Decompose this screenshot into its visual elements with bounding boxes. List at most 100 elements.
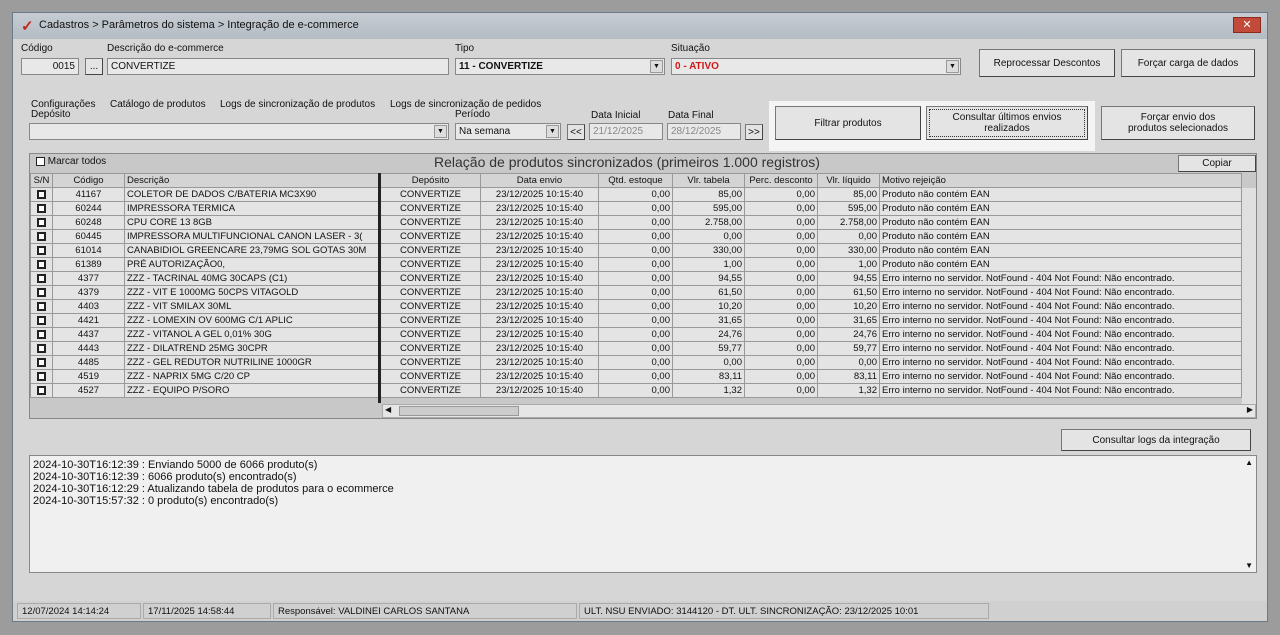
row-checkbox[interactable] xyxy=(30,229,53,244)
table-row[interactable]: 4485 ZZZ - GEL REDUTOR NUTRILINE 1000GR CO… xyxy=(30,355,1242,370)
data-final-field[interactable]: 28/12/2025 xyxy=(667,123,741,140)
table-cell: 61014 xyxy=(52,243,125,258)
tab-logs-produtos[interactable]: Logs de sincronização de produtos xyxy=(220,99,375,110)
table-row[interactable]: 4403 ZZZ - VIT SMILAX 30ML CONVERTIZE 23/12… xyxy=(30,299,1242,314)
row-checkbox[interactable] xyxy=(30,257,53,272)
table-cell: 23/12/2025 10:15:40 xyxy=(480,299,599,314)
table-cell: ZZZ - VIT E 1000MG 50CPS VITAGOLD xyxy=(124,285,381,300)
close-button[interactable]: ✕ xyxy=(1233,17,1261,33)
column-header[interactable]: Qtd. estoque xyxy=(598,173,673,188)
log-textarea[interactable]: 2024-10-30T16:12:39 : Enviando 5000 de 6… xyxy=(29,455,1257,573)
tipo-select[interactable]: 11 - CONVERTIZE ▼ xyxy=(455,58,665,75)
periodo-select[interactable]: Na semana ▼ xyxy=(455,123,561,140)
products-grid: Marcar todos Relação de produtos sincron… xyxy=(29,153,1257,419)
table-cell: CONVERTIZE xyxy=(380,341,481,356)
table-cell: 4421 xyxy=(52,313,125,328)
consultar-logs-button[interactable]: Consultar logs da integração xyxy=(1061,429,1251,451)
column-header[interactable]: Vlr. líquido xyxy=(817,173,880,188)
forcar-envio-button[interactable]: Forçar envio dos produtos selecionados xyxy=(1101,106,1255,140)
table-cell: Erro interno no servidor. NotFound - 404… xyxy=(879,299,1242,314)
table-row[interactable]: 61014 CANABIDIOL GREENCARE 23,79MG SOL GO… xyxy=(30,243,1242,258)
checkbox-icon xyxy=(37,287,46,297)
table-row[interactable]: 4527 ZZZ - EQUIPO P/SORO CONVERTIZE 23/12/2… xyxy=(30,383,1242,398)
table-row[interactable]: 4379 ZZZ - VIT E 1000MG 50CPS VITAGOLD CON… xyxy=(30,285,1242,300)
scroll-left-icon[interactable]: ◀ xyxy=(385,405,391,414)
table-cell: Produto não contém EAN xyxy=(879,229,1242,244)
codigo-lookup-button[interactable]: ... xyxy=(85,58,103,75)
row-checkbox[interactable] xyxy=(30,271,53,286)
table-cell: 0,00 xyxy=(598,383,673,398)
table-row[interactable]: 4519 ZZZ - NAPRIX 5MG C/20 CP CONVERTIZE 23… xyxy=(30,369,1242,384)
table-row[interactable]: 4377 ZZZ - TACRINAL 40MG 30CAPS (C1) CONVE… xyxy=(30,271,1242,286)
scroll-thumb[interactable] xyxy=(399,406,519,416)
table-row[interactable]: 41167 COLETOR DE DADOS C/BATERIA MC3X90 CO… xyxy=(30,187,1242,202)
situacao-select[interactable]: 0 - ATIVO ▼ xyxy=(671,58,961,75)
table-cell: 0,00 xyxy=(598,215,673,230)
table-cell: Erro interno no servidor. NotFound - 404… xyxy=(879,369,1242,384)
column-header[interactable]: Descrição xyxy=(124,173,381,188)
next-period-button[interactable]: >> xyxy=(745,124,763,140)
table-cell: CONVERTIZE xyxy=(380,285,481,300)
column-header[interactable]: Vlr. tabela xyxy=(672,173,745,188)
table-row[interactable]: 4443 ZZZ - DILATREND 25MG 30CPR CONVERTIZE… xyxy=(30,341,1242,356)
row-checkbox[interactable] xyxy=(30,369,53,384)
filtrar-produtos-button[interactable]: Filtrar produtos xyxy=(775,106,921,140)
table-cell: 0,00 xyxy=(598,187,673,202)
table-cell: 60445 xyxy=(52,229,125,244)
row-checkbox[interactable] xyxy=(30,243,53,258)
column-header[interactable]: Motivo rejeição xyxy=(879,173,1242,188)
table-cell: 1,32 xyxy=(817,383,880,398)
marcar-todos-checkbox[interactable]: Marcar todos xyxy=(36,156,106,167)
column-header[interactable]: Perc. desconto xyxy=(744,173,818,188)
table-cell: 0,00 xyxy=(744,341,818,356)
column-header[interactable]: Código xyxy=(52,173,125,188)
table-cell: 4485 xyxy=(52,355,125,370)
chevron-down-icon: ▼ xyxy=(946,60,959,73)
table-row[interactable]: 4437 ZZZ - VITANOL A GEL 0,01% 30G CONVERT… xyxy=(30,327,1242,342)
row-checkbox[interactable] xyxy=(30,285,53,300)
codigo-field[interactable]: 0015 xyxy=(21,58,79,75)
table-cell: 94,55 xyxy=(672,271,745,286)
forcar-carga-button[interactable]: Forçar carga de dados xyxy=(1121,49,1255,77)
row-checkbox[interactable] xyxy=(30,187,53,202)
deposito-select[interactable]: ▼ xyxy=(29,123,449,140)
scroll-right-icon[interactable]: ▶ xyxy=(1247,405,1253,414)
table-cell: 0,00 xyxy=(817,355,880,370)
reprocessar-descontos-button[interactable]: Reprocessar Descontos xyxy=(979,49,1115,77)
table-row[interactable]: 60244 IMPRESSORA TERMICA CONVERTIZE 23/12/2… xyxy=(30,201,1242,216)
table-row[interactable]: 60445 IMPRESSORA MULTIFUNCIONAL CANON LAS… xyxy=(30,229,1242,244)
table-cell: 4377 xyxy=(52,271,125,286)
row-checkbox[interactable] xyxy=(30,355,53,370)
data-inicial-field[interactable]: 21/12/2025 xyxy=(589,123,663,140)
row-checkbox[interactable] xyxy=(30,313,53,328)
vertical-scrollbar[interactable] xyxy=(1242,188,1256,404)
copiar-button[interactable]: Copiar xyxy=(1178,155,1256,172)
table-cell: 595,00 xyxy=(672,201,745,216)
chevron-down-icon: ▼ xyxy=(546,125,559,138)
tab-catalogo[interactable]: Catálogo de produtos xyxy=(110,99,206,110)
row-checkbox[interactable] xyxy=(30,201,53,216)
column-header[interactable]: S/N xyxy=(30,173,53,188)
row-checkbox[interactable] xyxy=(30,341,53,356)
row-checkbox[interactable] xyxy=(30,299,53,314)
status-date-2: 17/11/2025 14:58:44 xyxy=(143,603,271,619)
consultar-envios-button[interactable]: Consultar últimos envios realizados xyxy=(926,106,1088,140)
previous-period-button[interactable]: << xyxy=(567,124,585,140)
table-cell: 0,00 xyxy=(744,187,818,202)
horizontal-scrollbar[interactable]: ◀ ▶ xyxy=(382,404,1256,418)
table-cell: 10,20 xyxy=(817,299,880,314)
table-row[interactable]: 60248 CPU CORE 13 8GB CONVERTIZE 23/12/2025… xyxy=(30,215,1242,230)
row-checkbox[interactable] xyxy=(30,215,53,230)
column-header[interactable]: Depósito xyxy=(380,173,481,188)
table-cell: 0,00 xyxy=(744,369,818,384)
table-cell: 23/12/2025 10:15:40 xyxy=(480,215,599,230)
table-row[interactable]: 4421 ZZZ - LOMEXIN OV 600MG C/1 APLIC CONV… xyxy=(30,313,1242,328)
column-header[interactable]: Data envio xyxy=(480,173,599,188)
scroll-up-icon[interactable]: ▲ xyxy=(1245,458,1253,467)
row-checkbox[interactable] xyxy=(30,327,53,342)
row-checkbox[interactable] xyxy=(30,383,53,398)
descricao-field[interactable]: CONVERTIZE xyxy=(107,58,449,75)
table-cell: 23/12/2025 10:15:40 xyxy=(480,229,599,244)
scroll-down-icon[interactable]: ▼ xyxy=(1245,561,1253,570)
table-row[interactable]: 61389 PRÉ AUTORIZAÇÃO0, CONVERTIZE 23/12/20… xyxy=(30,257,1242,272)
